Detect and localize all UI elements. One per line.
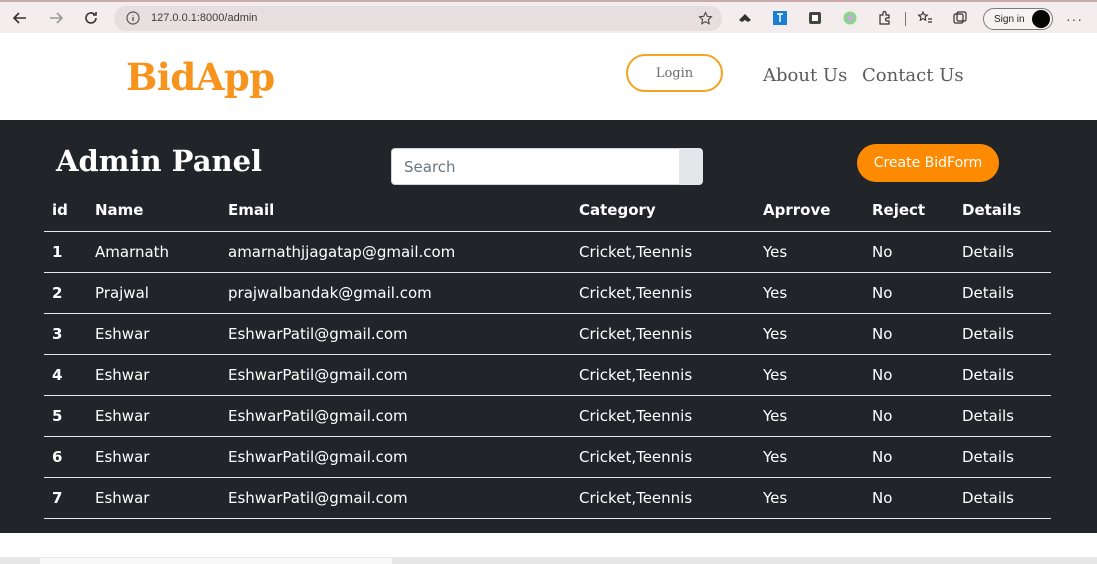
sign-in-label: Sign in xyxy=(994,14,1025,25)
details-link[interactable]: Details xyxy=(962,395,1051,437)
cell-name: Eshwar xyxy=(95,313,228,355)
info-icon[interactable] xyxy=(126,11,140,30)
cell-name: Prajwal xyxy=(95,272,228,314)
cell-email: EshwarPatil@gmail.com xyxy=(228,313,579,355)
cell-reject: No xyxy=(872,477,962,519)
collections-icon[interactable] xyxy=(952,10,968,26)
cell-reject: No xyxy=(872,272,962,314)
cell-name: Eshwar xyxy=(95,477,228,519)
details-link[interactable]: Details xyxy=(962,354,1051,396)
cell-email: amarnathjjagatap@gmail.com xyxy=(228,231,579,273)
scrollbar-thumb[interactable] xyxy=(40,558,392,564)
header-reject: Reject xyxy=(872,190,962,232)
page-title: Admin Panel xyxy=(56,144,263,178)
cell-id: 6 xyxy=(44,436,95,478)
cell-reject: No xyxy=(872,231,962,273)
cell-approve: Yes xyxy=(763,395,872,437)
table-row: 5 Eshwar EshwarPatil@gmail.com Cricket,T… xyxy=(44,395,1051,437)
cell-name: Amarnath xyxy=(95,231,228,273)
cell-category: Cricket,Teennis xyxy=(579,436,763,478)
forward-arrow-icon[interactable] xyxy=(45,7,67,29)
nav-about-us[interactable]: About Us xyxy=(763,65,847,86)
details-link[interactable]: Details xyxy=(962,477,1051,519)
extension-clipboard-icon[interactable] xyxy=(807,10,823,26)
cell-id: 3 xyxy=(44,313,95,355)
details-link[interactable]: Details xyxy=(962,272,1051,314)
table-row: 4 Eshwar EshwarPatil@gmail.com Cricket,T… xyxy=(44,354,1051,396)
cell-approve: Yes xyxy=(763,354,872,396)
cell-id: 2 xyxy=(44,272,95,314)
table-row: 7 Eshwar EshwarPatil@gmail.com Cricket,T… xyxy=(44,477,1051,519)
cell-email: EshwarPatil@gmail.com xyxy=(228,477,579,519)
cell-reject: No xyxy=(872,436,962,478)
cell-reject: No xyxy=(872,395,962,437)
cell-name: Eshwar xyxy=(95,395,228,437)
cell-category: Cricket,Teennis xyxy=(579,272,763,314)
cell-email: EshwarPatil@gmail.com xyxy=(228,436,579,478)
header-category: Category xyxy=(579,190,763,232)
extensions-puzzle-icon[interactable] xyxy=(877,10,893,26)
details-link[interactable]: Details xyxy=(962,436,1051,478)
back-arrow-icon[interactable] xyxy=(9,7,31,29)
cell-category: Cricket,Teennis xyxy=(579,313,763,355)
cell-reject: No xyxy=(872,354,962,396)
extension-hat-icon[interactable] xyxy=(737,10,753,26)
cell-category: Cricket,Teennis xyxy=(579,231,763,273)
cell-email: EshwarPatil@gmail.com xyxy=(228,354,579,396)
cell-name: Eshwar xyxy=(95,354,228,396)
extension-translate-icon[interactable] xyxy=(772,10,788,26)
cell-category: Cricket,Teennis xyxy=(579,477,763,519)
cell-id: 4 xyxy=(44,354,95,396)
browser-toolbar: 127.0.0.1:8000/admin Sign in ··· xyxy=(0,0,1097,33)
nav-contact-us[interactable]: Contact Us xyxy=(862,65,964,86)
cell-reject: No xyxy=(872,313,962,355)
details-link[interactable]: Details xyxy=(962,313,1051,355)
cell-category: Cricket,Teennis xyxy=(579,354,763,396)
header-details: Details xyxy=(962,190,1051,232)
favorite-star-icon[interactable] xyxy=(698,11,713,31)
avatar xyxy=(1032,10,1050,28)
header-name: Name xyxy=(95,190,228,232)
bids-table: id Name Email Category Aprrove Reject De… xyxy=(44,190,1051,519)
table-row: 6 Eshwar EshwarPatil@gmail.com Cricket,T… xyxy=(44,436,1051,478)
sign-in-button[interactable]: Sign in xyxy=(983,8,1053,30)
cell-approve: Yes xyxy=(763,313,872,355)
create-bidform-button[interactable]: Create BidForm xyxy=(857,144,999,182)
header-id: id xyxy=(44,190,95,232)
brand-logo[interactable]: BidApp xyxy=(126,55,275,99)
cell-approve: Yes xyxy=(763,436,872,478)
cell-approve: Yes xyxy=(763,477,872,519)
url-text[interactable]: 127.0.0.1:8000/admin xyxy=(151,12,257,24)
admin-panel: Admin Panel Create BidForm id Name Email… xyxy=(0,120,1097,533)
favorites-list-icon[interactable] xyxy=(917,10,933,26)
cell-approve: Yes xyxy=(763,231,872,273)
cell-id: 1 xyxy=(44,231,95,273)
more-options-icon[interactable]: ··· xyxy=(1066,11,1083,27)
table-row: 3 Eshwar EshwarPatil@gmail.com Cricket,T… xyxy=(44,313,1051,355)
cell-id: 5 xyxy=(44,395,95,437)
cell-category: Cricket,Teennis xyxy=(579,395,763,437)
search-button[interactable] xyxy=(679,148,703,185)
toolbar-divider xyxy=(905,12,906,26)
search-input[interactable] xyxy=(391,148,680,185)
site-header: BidApp Login About Us Contact Us xyxy=(0,33,1097,120)
extension-globe-icon[interactable] xyxy=(842,10,858,26)
cell-email: prajwalbandak@gmail.com xyxy=(228,272,579,314)
cell-id: 7 xyxy=(44,477,95,519)
header-email: Email xyxy=(228,190,579,232)
cell-approve: Yes xyxy=(763,272,872,314)
table-header-row: id Name Email Category Aprrove Reject De… xyxy=(44,190,1051,232)
address-bar[interactable]: 127.0.0.1:8000/admin xyxy=(114,6,722,31)
cell-name: Eshwar xyxy=(95,436,228,478)
cell-email: EshwarPatil@gmail.com xyxy=(228,395,579,437)
login-button[interactable]: Login xyxy=(626,54,723,92)
header-approve: Aprrove xyxy=(763,190,872,232)
details-link[interactable]: Details xyxy=(962,231,1051,273)
table-row: 2 Prajwal prajwalbandak@gmail.com Cricke… xyxy=(44,272,1051,314)
table-row: 1 Amarnath amarnathjjagatap@gmail.com Cr… xyxy=(44,231,1051,273)
refresh-icon[interactable] xyxy=(80,7,102,29)
